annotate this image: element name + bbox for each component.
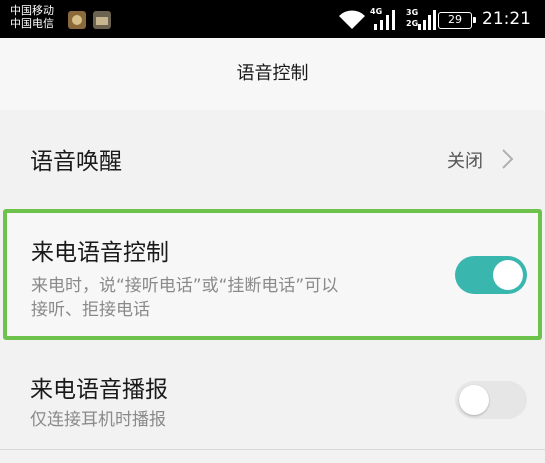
setting-row-voice-wakeup[interactable]: 语音唤醒 关闭 <box>0 130 545 190</box>
toggle-incoming-call-announcement[interactable] <box>455 381 527 419</box>
setting-desc-incoming-call-voice-control: 来电时，说“接听电话”或“挂断电话”可以 接听、拒接电话 <box>31 274 338 322</box>
toggle-knob <box>459 385 489 415</box>
battery-icon: 29 <box>438 12 476 29</box>
status-clock: 21:21 <box>482 9 531 29</box>
setting-desc-line-1: 来电时，说“接听电话”或“挂断电话”可以 <box>31 276 339 296</box>
toggle-incoming-call-voice-control[interactable] <box>455 256 527 294</box>
setting-desc-incoming-call-announcement: 仅连接耳机时播报 <box>30 410 166 430</box>
setting-title-incoming-call-voice-control: 来电语音控制 <box>31 240 169 266</box>
carrier-2: 中国电信 <box>10 17 54 30</box>
status-bar: 中国移动 中国电信 4G 3G 2G 29 21:21 <box>0 0 545 38</box>
signal-2-icon <box>418 10 436 30</box>
setting-title-voice-wakeup: 语音唤醒 <box>30 149 122 175</box>
setting-row-incoming-call-voice-control: 来电语音控制 来电时，说“接听电话”或“挂断电话”可以 接听、拒接电话 <box>3 209 542 340</box>
battery-level: 29 <box>448 13 462 26</box>
setting-value-voice-wakeup: 关闭 <box>447 151 483 172</box>
setting-desc-line-2: 接听、拒接电话 <box>31 300 150 320</box>
toggle-knob <box>493 260 523 290</box>
chevron-right-icon <box>502 149 514 169</box>
carrier-1: 中国移动 <box>10 4 54 17</box>
carrier-names: 中国移动 中国电信 <box>10 4 54 30</box>
setting-title-incoming-call-announcement: 来电语音播报 <box>30 377 168 403</box>
page-title: 语音控制 <box>236 63 309 84</box>
photo-app-icon <box>93 11 111 29</box>
page-header: 语音控制 <box>0 38 545 110</box>
signal-1-icon <box>374 10 395 30</box>
wifi-icon <box>339 10 365 29</box>
divider <box>0 449 545 450</box>
game-app-icon <box>68 11 86 29</box>
